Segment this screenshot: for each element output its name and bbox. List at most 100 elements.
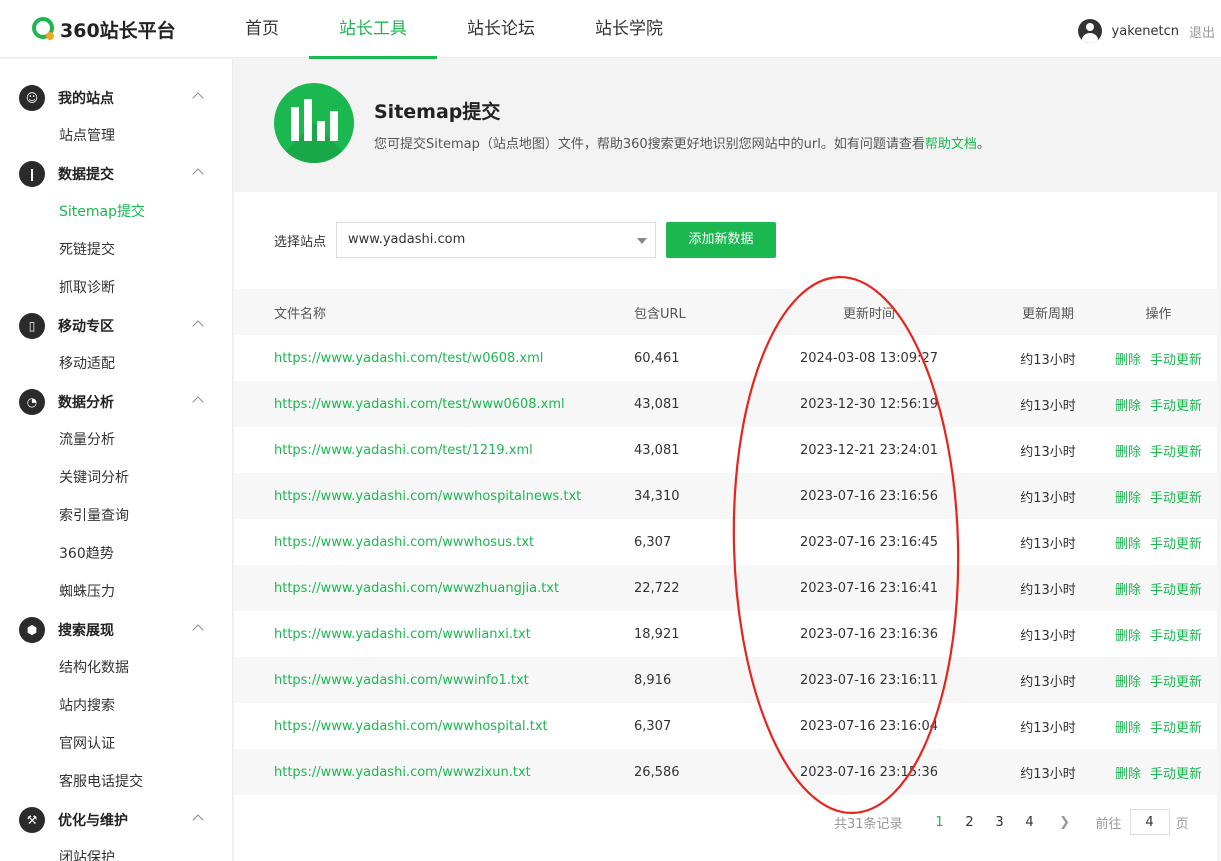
manual-update-button[interactable]: 手动更新 bbox=[1150, 629, 1202, 644]
chevron-up-icon[interactable] bbox=[192, 168, 204, 180]
manual-update-button[interactable]: 手动更新 bbox=[1150, 583, 1202, 598]
sitemap-file-link[interactable]: https://www.yadashi.com/test/1219.xml bbox=[274, 443, 533, 458]
logo[interactable]: 360站长平台 bbox=[32, 14, 176, 44]
cell-cycle: 约13小时 bbox=[1020, 720, 1076, 736]
manual-update-button[interactable]: 手动更新 bbox=[1150, 721, 1202, 736]
sitemap-file-link[interactable]: https://www.yadashi.com/wwwzhuangjia.txt bbox=[274, 581, 559, 596]
cell-file: https://www.yadashi.com/wwwhosus.txt bbox=[234, 535, 594, 550]
page-number[interactable]: 2 bbox=[955, 815, 985, 830]
cell-file: https://www.yadashi.com/wwwzixun.txt bbox=[234, 765, 594, 780]
sitemap-file-link[interactable]: https://www.yadashi.com/wwwhospitalnews.… bbox=[274, 489, 581, 504]
manual-update-button[interactable]: 手动更新 bbox=[1150, 399, 1202, 414]
cell-file: https://www.yadashi.com/test/w0608.xml bbox=[234, 351, 594, 366]
delete-button[interactable]: 删除 bbox=[1115, 353, 1141, 368]
cell-cycle: 约13小时 bbox=[1020, 582, 1076, 598]
manual-update-button[interactable]: 手动更新 bbox=[1150, 767, 1202, 782]
cell-cycle: 约13小时 bbox=[1020, 490, 1076, 506]
sidebar-item[interactable]: 闭站保护 bbox=[0, 839, 232, 861]
col-header-cycle: 更新周期 bbox=[1021, 306, 1074, 322]
sidebar-item[interactable]: 360趋势 bbox=[0, 535, 232, 573]
sidebar-group-0[interactable]: ☺ 我的站点 bbox=[0, 79, 232, 117]
cell-ops: 删除 手动更新 bbox=[1100, 441, 1217, 460]
cell-urls: 22,722 bbox=[634, 580, 680, 596]
site-select[interactable]: www.yadashi.com bbox=[336, 222, 657, 258]
cell-file: https://www.yadashi.com/wwwlianxi.txt bbox=[234, 627, 594, 642]
next-page-icon[interactable]: ❯ bbox=[1050, 815, 1080, 830]
manual-update-button[interactable]: 手动更新 bbox=[1150, 491, 1202, 506]
chevron-up-icon[interactable] bbox=[192, 624, 204, 636]
add-new-data-button[interactable]: 添加新数据 bbox=[666, 222, 777, 258]
sidebar-item[interactable]: 客服电话提交 bbox=[0, 763, 232, 801]
sidebar-item[interactable]: 关键词分析 bbox=[0, 459, 232, 497]
sitemap-file-link[interactable]: https://www.yadashi.com/wwwhospital.txt bbox=[274, 719, 548, 734]
sidebar-item[interactable]: 索引量查询 bbox=[0, 497, 232, 535]
sitemap-file-link[interactable]: https://www.yadashi.com/wwwhosus.txt bbox=[274, 535, 534, 550]
cell-file: https://www.yadashi.com/wwwhospitalnews.… bbox=[234, 489, 594, 504]
cube-icon: ⬢ bbox=[19, 617, 45, 643]
delete-button[interactable]: 删除 bbox=[1115, 445, 1141, 460]
sidebar-item[interactable]: 站点管理 bbox=[0, 117, 232, 155]
delete-button[interactable]: 删除 bbox=[1115, 767, 1141, 782]
page-number[interactable]: 3 bbox=[985, 815, 1015, 830]
delete-button[interactable]: 删除 bbox=[1115, 629, 1141, 644]
sidebar-group-title: 我的站点 bbox=[58, 91, 114, 107]
sitemap-file-link[interactable]: https://www.yadashi.com/test/www0608.xml bbox=[274, 397, 565, 412]
page-number[interactable]: 4 bbox=[1015, 815, 1045, 830]
sidebar-item[interactable]: 结构化数据 bbox=[0, 649, 232, 687]
chevron-up-icon[interactable] bbox=[192, 320, 204, 332]
sitemap-file-link[interactable]: https://www.yadashi.com/test/w0608.xml bbox=[274, 351, 543, 366]
sidebar-group-1[interactable]: ❙ 数据提交 bbox=[0, 155, 232, 193]
cell-ops: 删除 手动更新 bbox=[1100, 579, 1217, 598]
cell-cycle: 约13小时 bbox=[1020, 536, 1076, 552]
nav-item-2[interactable]: 站长论坛 bbox=[437, 0, 565, 58]
nav-item-3[interactable]: 站长学院 bbox=[565, 0, 693, 58]
nav-item-1[interactable]: 站长工具 bbox=[309, 0, 437, 59]
logout-link[interactable]: 退出 bbox=[1189, 22, 1215, 41]
cell-urls: 43,081 bbox=[634, 442, 680, 458]
sitemap-chart-icon bbox=[274, 83, 354, 163]
cell-urls: 34,310 bbox=[634, 488, 680, 504]
page-number[interactable]: 1 bbox=[925, 815, 955, 830]
sidebar-item[interactable]: 蜘蛛压力 bbox=[0, 573, 232, 611]
delete-button[interactable]: 删除 bbox=[1115, 675, 1141, 690]
sidebar-item[interactable]: 官网认证 bbox=[0, 725, 232, 763]
chevron-up-icon[interactable] bbox=[192, 92, 204, 104]
sidebar-group-2[interactable]: ▯ 移动专区 bbox=[0, 307, 232, 345]
help-doc-link[interactable]: 帮助文档 bbox=[925, 137, 977, 152]
cell-ops: 删除 手动更新 bbox=[1100, 717, 1217, 736]
delete-button[interactable]: 删除 bbox=[1115, 399, 1141, 414]
delete-button[interactable]: 删除 bbox=[1115, 721, 1141, 736]
chevron-up-icon[interactable] bbox=[192, 396, 204, 408]
sidebar-item[interactable]: Sitemap提交 bbox=[0, 193, 232, 231]
table-row: https://www.yadashi.com/test/1219.xml 43,… bbox=[234, 427, 1217, 473]
sitemap-file-link[interactable]: https://www.yadashi.com/wwwlianxi.txt bbox=[274, 627, 531, 642]
delete-button[interactable]: 删除 bbox=[1115, 537, 1141, 552]
sidebar-item[interactable]: 移动适配 bbox=[0, 345, 232, 383]
manual-update-button[interactable]: 手动更新 bbox=[1150, 353, 1202, 368]
nav-item-0[interactable]: 首页 bbox=[215, 0, 309, 58]
cell-urls: 43,081 bbox=[634, 396, 680, 412]
sidebar-item[interactable]: 站内搜索 bbox=[0, 687, 232, 725]
sidebar-item[interactable]: 死链提交 bbox=[0, 231, 232, 269]
page-description-text: 您可提交Sitemap（站点地图）文件，帮助360搜索更好地识别您网站中的url… bbox=[374, 137, 925, 152]
manual-update-button[interactable]: 手动更新 bbox=[1150, 675, 1202, 690]
sidebar-group-4[interactable]: ⬢ 搜索展现 bbox=[0, 611, 232, 649]
delete-button[interactable]: 删除 bbox=[1115, 491, 1141, 506]
chevron-up-icon[interactable] bbox=[192, 814, 204, 826]
manual-update-button[interactable]: 手动更新 bbox=[1150, 445, 1202, 460]
manual-update-button[interactable]: 手动更新 bbox=[1150, 537, 1202, 552]
sidebar-group-3[interactable]: ◔ 数据分析 bbox=[0, 383, 232, 421]
top-bar: 360站长平台 首页 站长工具 站长论坛 站长学院 yakenetcn 退出 bbox=[0, 0, 1221, 59]
sidebar-item[interactable]: 流量分析 bbox=[0, 421, 232, 459]
sitemap-file-link[interactable]: https://www.yadashi.com/wwwinfo1.txt bbox=[274, 673, 529, 688]
username[interactable]: yakenetcn bbox=[1112, 24, 1179, 39]
avatar-icon[interactable] bbox=[1077, 19, 1102, 43]
sidebar-group-5[interactable]: ⚒ 优化与维护 bbox=[0, 801, 232, 839]
table-row: https://www.yadashi.com/wwwzixun.txt 26,5… bbox=[234, 749, 1217, 795]
cell-time: 2023-07-16 23:16:04 bbox=[799, 718, 939, 734]
page-title: Sitemap提交 bbox=[374, 101, 501, 123]
delete-button[interactable]: 删除 bbox=[1115, 583, 1141, 598]
sitemap-file-link[interactable]: https://www.yadashi.com/wwwzixun.txt bbox=[274, 765, 531, 780]
sidebar-item[interactable]: 抓取诊断 bbox=[0, 269, 232, 307]
goto-page-input[interactable] bbox=[1129, 809, 1170, 835]
